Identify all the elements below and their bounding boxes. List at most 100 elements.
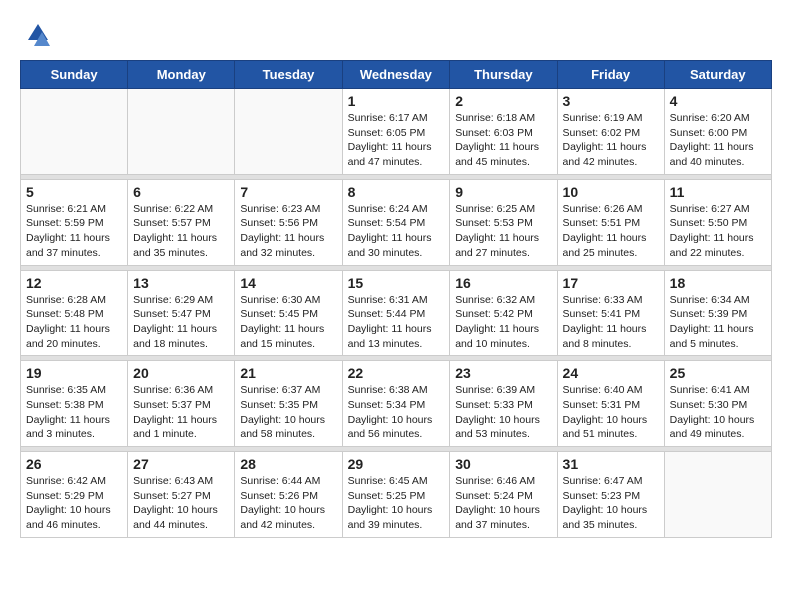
cell-info: Sunrise: 6:26 AM Sunset: 5:51 PM Dayligh… [563, 202, 659, 261]
calendar-cell: 9 Sunrise: 6:25 AM Sunset: 5:53 PM Daylig… [450, 179, 557, 265]
cell-info: Sunrise: 6:35 AM Sunset: 5:38 PM Dayligh… [26, 383, 122, 442]
day-number: 6 [133, 184, 229, 200]
calendar-cell: 4 Sunrise: 6:20 AM Sunset: 6:00 PM Daylig… [664, 89, 771, 175]
cell-info: Sunrise: 6:17 AM Sunset: 6:05 PM Dayligh… [348, 111, 445, 170]
calendar-cell: 20 Sunrise: 6:36 AM Sunset: 5:37 PM Dayli… [128, 361, 235, 447]
cell-info: Sunrise: 6:37 AM Sunset: 5:35 PM Dayligh… [240, 383, 336, 442]
calendar-cell: 2 Sunrise: 6:18 AM Sunset: 6:03 PM Daylig… [450, 89, 557, 175]
day-number: 25 [670, 365, 766, 381]
cell-info: Sunrise: 6:31 AM Sunset: 5:44 PM Dayligh… [348, 293, 445, 352]
calendar-cell [128, 89, 235, 175]
cell-info: Sunrise: 6:40 AM Sunset: 5:31 PM Dayligh… [563, 383, 659, 442]
calendar-cell: 12 Sunrise: 6:28 AM Sunset: 5:48 PM Dayli… [21, 270, 128, 356]
day-number: 9 [455, 184, 551, 200]
cell-info: Sunrise: 6:38 AM Sunset: 5:34 PM Dayligh… [348, 383, 445, 442]
cell-info: Sunrise: 6:27 AM Sunset: 5:50 PM Dayligh… [670, 202, 766, 261]
calendar-cell: 27 Sunrise: 6:43 AM Sunset: 5:27 PM Dayli… [128, 452, 235, 538]
day-number: 28 [240, 456, 336, 472]
calendar-cell: 25 Sunrise: 6:41 AM Sunset: 5:30 PM Dayli… [664, 361, 771, 447]
calendar-cell [664, 452, 771, 538]
calendar-table: SundayMondayTuesdayWednesdayThursdayFrid… [20, 60, 772, 538]
day-number: 13 [133, 275, 229, 291]
calendar-cell: 28 Sunrise: 6:44 AM Sunset: 5:26 PM Dayli… [235, 452, 342, 538]
cell-info: Sunrise: 6:42 AM Sunset: 5:29 PM Dayligh… [26, 474, 122, 533]
calendar-week-row: 5 Sunrise: 6:21 AM Sunset: 5:59 PM Daylig… [21, 179, 772, 265]
calendar-cell: 17 Sunrise: 6:33 AM Sunset: 5:41 PM Dayli… [557, 270, 664, 356]
calendar-week-row: 19 Sunrise: 6:35 AM Sunset: 5:38 PM Dayli… [21, 361, 772, 447]
day-number: 20 [133, 365, 229, 381]
day-number: 3 [563, 93, 659, 109]
logo [20, 20, 54, 50]
cell-info: Sunrise: 6:32 AM Sunset: 5:42 PM Dayligh… [455, 293, 551, 352]
cell-info: Sunrise: 6:43 AM Sunset: 5:27 PM Dayligh… [133, 474, 229, 533]
calendar-cell: 21Sunrise: 6:37 AM Sunset: 5:35 PM Dayli… [235, 361, 342, 447]
calendar-cell: 7 Sunrise: 6:23 AM Sunset: 5:56 PM Daylig… [235, 179, 342, 265]
weekday-header-cell: Monday [128, 61, 235, 89]
day-number: 19 [26, 365, 122, 381]
cell-info: Sunrise: 6:18 AM Sunset: 6:03 PM Dayligh… [455, 111, 551, 170]
calendar-cell: 30 Sunrise: 6:46 AM Sunset: 5:24 PM Dayli… [450, 452, 557, 538]
day-number: 31 [563, 456, 659, 472]
page-header [20, 20, 772, 50]
weekday-header-row: SundayMondayTuesdayWednesdayThursdayFrid… [21, 61, 772, 89]
weekday-header-cell: Friday [557, 61, 664, 89]
day-number: 12 [26, 275, 122, 291]
day-number: 16 [455, 275, 551, 291]
calendar-cell: 15 Sunrise: 6:31 AM Sunset: 5:44 PM Dayli… [342, 270, 450, 356]
calendar-cell: 26Sunrise: 6:42 AM Sunset: 5:29 PM Dayli… [21, 452, 128, 538]
calendar-cell: 10 Sunrise: 6:26 AM Sunset: 5:51 PM Dayli… [557, 179, 664, 265]
day-number: 11 [670, 184, 766, 200]
weekday-header-cell: Saturday [664, 61, 771, 89]
calendar-cell: 19 Sunrise: 6:35 AM Sunset: 5:38 PM Dayli… [21, 361, 128, 447]
cell-info: Sunrise: 6:36 AM Sunset: 5:37 PM Dayligh… [133, 383, 229, 442]
day-number: 7 [240, 184, 336, 200]
cell-info: Sunrise: 6:30 AM Sunset: 5:45 PM Dayligh… [240, 293, 336, 352]
cell-info: Sunrise: 6:21 AM Sunset: 5:59 PM Dayligh… [26, 202, 122, 261]
cell-info: Sunrise: 6:34 AM Sunset: 5:39 PM Dayligh… [670, 293, 766, 352]
cell-info: Sunrise: 6:28 AM Sunset: 5:48 PM Dayligh… [26, 293, 122, 352]
cell-info: Sunrise: 6:41 AM Sunset: 5:30 PM Dayligh… [670, 383, 766, 442]
calendar-cell: 31 Sunrise: 6:47 AM Sunset: 5:23 PM Dayli… [557, 452, 664, 538]
cell-info: Sunrise: 6:46 AM Sunset: 5:24 PM Dayligh… [455, 474, 551, 533]
calendar-cell: 3 Sunrise: 6:19 AM Sunset: 6:02 PM Daylig… [557, 89, 664, 175]
day-number: 2 [455, 93, 551, 109]
cell-info: Sunrise: 6:20 AM Sunset: 6:00 PM Dayligh… [670, 111, 766, 170]
weekday-header-cell: Tuesday [235, 61, 342, 89]
day-number: 27 [133, 456, 229, 472]
calendar-cell: 13Sunrise: 6:29 AM Sunset: 5:47 PM Dayli… [128, 270, 235, 356]
day-number: 4 [670, 93, 766, 109]
calendar-cell: 22Sunrise: 6:38 AM Sunset: 5:34 PM Dayli… [342, 361, 450, 447]
logo-icon [20, 20, 50, 50]
day-number: 10 [563, 184, 659, 200]
day-number: 15 [348, 275, 445, 291]
cell-info: Sunrise: 6:23 AM Sunset: 5:56 PM Dayligh… [240, 202, 336, 261]
calendar-cell: 24Sunrise: 6:40 AM Sunset: 5:31 PM Dayli… [557, 361, 664, 447]
cell-info: Sunrise: 6:24 AM Sunset: 5:54 PM Dayligh… [348, 202, 445, 261]
day-number: 5 [26, 184, 122, 200]
calendar-week-row: 26Sunrise: 6:42 AM Sunset: 5:29 PM Dayli… [21, 452, 772, 538]
cell-info: Sunrise: 6:47 AM Sunset: 5:23 PM Dayligh… [563, 474, 659, 533]
day-number: 18 [670, 275, 766, 291]
calendar-cell [21, 89, 128, 175]
calendar-cell: 14Sunrise: 6:30 AM Sunset: 5:45 PM Dayli… [235, 270, 342, 356]
calendar-cell: 23Sunrise: 6:39 AM Sunset: 5:33 PM Dayli… [450, 361, 557, 447]
cell-info: Sunrise: 6:44 AM Sunset: 5:26 PM Dayligh… [240, 474, 336, 533]
cell-info: Sunrise: 6:39 AM Sunset: 5:33 PM Dayligh… [455, 383, 551, 442]
weekday-header-cell: Sunday [21, 61, 128, 89]
cell-info: Sunrise: 6:33 AM Sunset: 5:41 PM Dayligh… [563, 293, 659, 352]
calendar-week-row: 1 Sunrise: 6:17 AM Sunset: 6:05 PM Daylig… [21, 89, 772, 175]
calendar-week-row: 12 Sunrise: 6:28 AM Sunset: 5:48 PM Dayli… [21, 270, 772, 356]
cell-info: Sunrise: 6:25 AM Sunset: 5:53 PM Dayligh… [455, 202, 551, 261]
cell-info: Sunrise: 6:45 AM Sunset: 5:25 PM Dayligh… [348, 474, 445, 533]
calendar-cell: 18 Sunrise: 6:34 AM Sunset: 5:39 PM Dayli… [664, 270, 771, 356]
cell-info: Sunrise: 6:19 AM Sunset: 6:02 PM Dayligh… [563, 111, 659, 170]
calendar-cell: 16 Sunrise: 6:32 AM Sunset: 5:42 PM Dayli… [450, 270, 557, 356]
calendar-cell: 8Sunrise: 6:24 AM Sunset: 5:54 PM Daylig… [342, 179, 450, 265]
day-number: 1 [348, 93, 445, 109]
cell-info: Sunrise: 6:22 AM Sunset: 5:57 PM Dayligh… [133, 202, 229, 261]
day-number: 17 [563, 275, 659, 291]
calendar-cell: 11 Sunrise: 6:27 AM Sunset: 5:50 PM Dayli… [664, 179, 771, 265]
day-number: 30 [455, 456, 551, 472]
calendar-cell: 1 Sunrise: 6:17 AM Sunset: 6:05 PM Daylig… [342, 89, 450, 175]
day-number: 29 [348, 456, 445, 472]
